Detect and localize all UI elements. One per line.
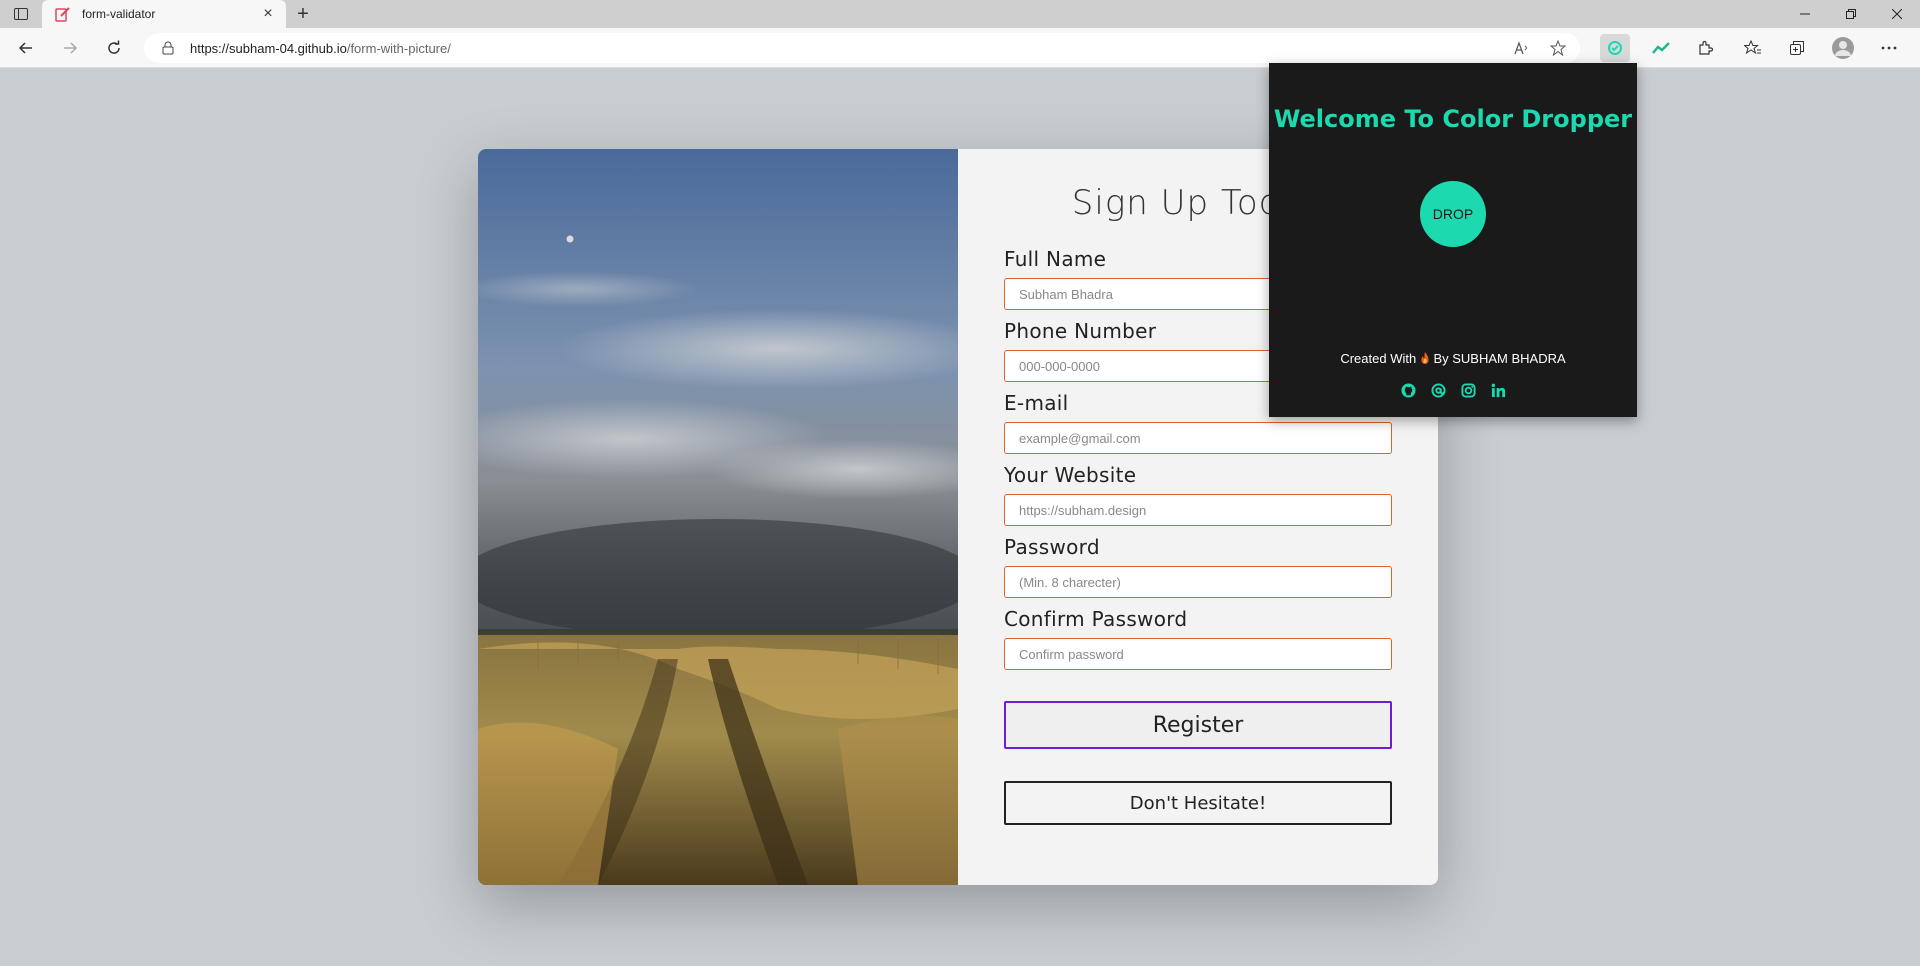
forward-icon[interactable]	[56, 34, 84, 62]
at-sign-icon[interactable]	[1429, 381, 1447, 399]
landscape-photo	[478, 149, 958, 885]
reload-icon[interactable]	[100, 34, 128, 62]
active-tab[interactable]: form-validator ×	[42, 0, 286, 28]
new-tab-button[interactable]: +	[292, 3, 314, 25]
confirm-password-input[interactable]	[1004, 638, 1392, 670]
read-aloud-icon[interactable]	[1508, 34, 1536, 62]
window-controls	[1782, 0, 1920, 28]
tab-title: form-validator	[82, 7, 156, 21]
instagram-icon[interactable]	[1459, 381, 1477, 399]
color-dropper-popup: Welcome To Color Dropper DROP Created Wi…	[1269, 63, 1637, 417]
github-icon[interactable]	[1399, 381, 1417, 399]
close-window-icon[interactable]	[1874, 0, 1920, 28]
website-input[interactable]	[1004, 494, 1392, 526]
linkedin-icon[interactable]	[1489, 381, 1507, 399]
credits-text: Created With By SUBHAM BHADRA	[1340, 351, 1566, 366]
address-bar[interactable]: https://subham-04.github.io/form-with-pi…	[144, 33, 1580, 63]
dont-hesitate-button[interactable]: Don't Hesitate!	[1004, 781, 1392, 825]
profile-icon[interactable]	[1828, 34, 1858, 62]
website-label: Your Website	[1004, 463, 1137, 487]
confirm-password-label: Confirm Password	[1004, 607, 1188, 631]
tab-close-icon[interactable]: ×	[258, 4, 278, 24]
popup-title: Welcome To Color Dropper	[1273, 105, 1633, 133]
full-name-label: Full Name	[1004, 247, 1107, 271]
tab-favicon-icon	[54, 5, 72, 23]
tab-actions-icon[interactable]	[8, 4, 34, 24]
color-dropper-extension-icon[interactable]	[1600, 34, 1630, 62]
collections-icon[interactable]	[1782, 34, 1812, 62]
more-icon[interactable]	[1874, 34, 1904, 62]
minimize-icon[interactable]	[1782, 0, 1828, 28]
drop-button[interactable]: DROP	[1420, 181, 1486, 247]
restore-icon[interactable]	[1828, 0, 1874, 28]
lock-icon[interactable]	[160, 40, 176, 56]
browser-toolbar: https://subham-04.github.io/form-with-pi…	[0, 28, 1920, 68]
email-input[interactable]	[1004, 422, 1392, 454]
tab-bar: form-validator × +	[0, 0, 1920, 28]
url-text[interactable]: https://subham-04.github.io/form-with-pi…	[190, 41, 1508, 56]
password-input[interactable]	[1004, 566, 1392, 598]
back-icon[interactable]	[12, 34, 40, 62]
password-label: Password	[1004, 535, 1100, 559]
email-label: E-mail	[1004, 391, 1069, 415]
phone-number-label: Phone Number	[1004, 319, 1157, 343]
stats-extension-icon[interactable]	[1646, 34, 1676, 62]
favorites-icon[interactable]	[1738, 34, 1768, 62]
social-links	[1269, 381, 1637, 399]
fire-icon	[1420, 351, 1434, 366]
add-favorite-icon[interactable]	[1544, 34, 1572, 62]
register-button[interactable]: Register	[1004, 701, 1392, 749]
extensions-icon[interactable]	[1690, 34, 1720, 62]
